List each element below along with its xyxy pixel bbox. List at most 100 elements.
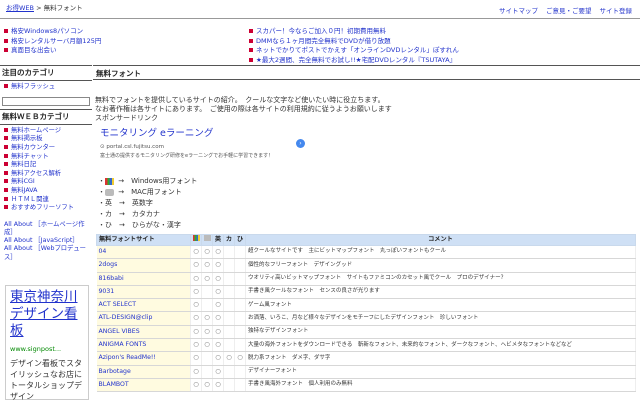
sponsored-ad-description: 富士通の提供するモニタリング研修をeラーニングでお手軽に学習できます！ bbox=[100, 153, 274, 160]
promo-item[interactable]: DMMなら１ヶ月間完全無料でDVDが借り放題 bbox=[249, 37, 579, 47]
sidebar-item[interactable]: 無料JAVA bbox=[4, 187, 88, 196]
table-row: ACT SELECT ○ ○ ゲーム風フォント bbox=[96, 298, 636, 313]
english-cell: ○ bbox=[212, 245, 224, 260]
windows-cell: ○ bbox=[190, 272, 202, 286]
mac-cell bbox=[201, 351, 213, 366]
bullet-square-icon bbox=[4, 196, 8, 201]
font-site-link[interactable]: Azipon's ReadMe!! bbox=[96, 351, 191, 366]
font-site-link[interactable]: ATL-DESIGN@clip bbox=[96, 311, 191, 326]
bullet-square-icon bbox=[4, 179, 8, 184]
promo-item[interactable]: ★最大2週間、完全無料でお試し!!★宅配DVDレンタル『TSUTAYA』 bbox=[249, 56, 579, 66]
sidebar-ad[interactable]: 東京神奈川デザイン看板 www.signpost... デザイン看板でスタイリッ… bbox=[5, 285, 89, 400]
comment-cell: 独特なデザインフォント bbox=[245, 325, 636, 340]
promo-item[interactable]: スカパー！今ならご加入０円！初期費用無料 bbox=[249, 27, 579, 37]
table-row: 9031 ○ ○ 手書き風クールなフォント センスの良さが光ります bbox=[96, 285, 636, 300]
katakana-cell: ○ bbox=[223, 351, 235, 366]
bullet-square-icon bbox=[4, 153, 8, 158]
promo-links-right: スカパー！今ならご加入０円！初期費用無料 DMMなら１ヶ月間完全無料でDVDが借… bbox=[249, 27, 579, 65]
column-header-mac bbox=[201, 234, 213, 246]
table-row: ANGEL VIBES ○ ○ ○ 独特なデザインフォント bbox=[96, 325, 636, 340]
featured-category-heading: 注目のカテゴリ bbox=[0, 65, 92, 82]
about-link[interactable]: All About ［Webプロデュース］ bbox=[4, 245, 88, 261]
site-register-link[interactable]: サイト登録 bbox=[600, 7, 633, 16]
mac-cell: ○ bbox=[201, 245, 213, 260]
legend-item: ・カ → カタカナ bbox=[98, 210, 160, 218]
promo-item[interactable]: 真面目な出会い bbox=[4, 46, 132, 56]
featured-list: 無料フラッシュ bbox=[0, 81, 92, 94]
top-links: サイトマップ ご意見・ご要望 サイト登録 bbox=[499, 7, 632, 16]
font-site-link[interactable]: 04 bbox=[96, 245, 191, 260]
font-site-link[interactable]: ANGEL VIBES bbox=[96, 325, 191, 340]
sponsored-ad-title[interactable]: モニタリング eラーニング bbox=[100, 128, 300, 141]
comment-cell: お洒落、いろこ、月など様々なデザインをモチーフにしたデザインフォント 珍しいフォ… bbox=[245, 311, 636, 326]
english-cell: ○ bbox=[212, 272, 224, 286]
bullet-square-icon bbox=[4, 48, 8, 52]
about-links: All About ［ホームページ作成］ All About ［JavaScri… bbox=[0, 219, 92, 264]
web-category-heading: 無料ＷＥＢカテゴリ bbox=[0, 108, 92, 125]
mac-cell bbox=[201, 365, 213, 379]
font-site-link[interactable]: ANIGMA FONTS bbox=[96, 338, 191, 353]
sponsored-ad[interactable]: モニタリング eラーニング ⊙ portal.csl.fujitsu.com 富… bbox=[100, 128, 300, 160]
sidebar-item[interactable]: 無料カウンター bbox=[4, 144, 88, 153]
bullet-square-icon bbox=[4, 205, 8, 210]
sidebar-item[interactable]: ＨＴＭＬ関連 bbox=[4, 196, 88, 205]
column-header-katakana: カ bbox=[223, 234, 235, 246]
sidebar-item[interactable]: 無料日記 bbox=[4, 161, 88, 170]
font-site-link[interactable]: ACT SELECT bbox=[96, 298, 191, 313]
katakana-cell bbox=[223, 245, 235, 260]
font-site-link[interactable]: 816babi bbox=[96, 272, 191, 286]
mac-cell: ○ bbox=[201, 311, 213, 326]
comment-cell: 手書き風海外フォント 個人利用のみ無料 bbox=[245, 378, 636, 393]
sitemap-link[interactable]: サイトマップ bbox=[499, 7, 538, 16]
table-row: Azipon's ReadMe!! ○ ○ ○ ○ 脱力系フォント ダメ字、ダサ字 bbox=[96, 351, 636, 366]
font-site-link[interactable]: BLAMBOT bbox=[96, 378, 191, 393]
bullet-square-icon bbox=[4, 84, 8, 89]
feedback-link[interactable]: ご意見・ご要望 bbox=[546, 7, 592, 16]
english-cell: ○ bbox=[212, 285, 224, 300]
mac-cell bbox=[201, 285, 213, 300]
windows-icon bbox=[192, 235, 200, 242]
intro-line: 無料でフォントを提供しているサイトの紹介。 クールな文字など使いたい時に役立ちま… bbox=[95, 96, 385, 104]
sidebar-item[interactable]: 無料CGI bbox=[4, 178, 88, 187]
katakana-cell bbox=[223, 285, 235, 300]
font-site-link[interactable]: Barbotage bbox=[96, 365, 191, 379]
sidebar-item[interactable]: 無料チャット bbox=[4, 153, 88, 162]
top-bar: お得WEB > 無料フォント サイトマップ ご意見・ご要望 サイト登録 bbox=[0, 0, 640, 19]
comment-cell: 超クールなサイトです 主にビットマップフォント 丸っぽいフォントもクール bbox=[245, 245, 636, 260]
mac-cell: ○ bbox=[201, 378, 213, 393]
sidebar-item-flash[interactable]: 無料フラッシュ bbox=[4, 83, 88, 92]
mac-cell: ○ bbox=[201, 338, 213, 353]
sidebar-search-input[interactable] bbox=[2, 96, 90, 106]
sidebar-ad-description: デザイン看板でスタイリッシュなお店に トータルショップデザイン bbox=[10, 358, 82, 400]
sidebar-item[interactable]: 無料掲示板 bbox=[4, 135, 88, 144]
comment-cell: ウオリティ高いビットマップフォント サイトもファミコンのカセット風でクール プロ… bbox=[245, 272, 636, 286]
ad-arrow-icon[interactable]: › bbox=[296, 139, 305, 148]
comment-cell: 個性的なフリーフォント デザイングッド bbox=[245, 258, 636, 273]
hiragana-cell: ○ bbox=[234, 351, 246, 366]
bullet-square-icon bbox=[249, 29, 253, 33]
katakana-cell bbox=[223, 325, 235, 340]
windows-icon bbox=[105, 177, 114, 185]
about-link[interactable]: All About ［ホームページ作成］ bbox=[4, 221, 88, 237]
font-site-table: 無料フォントサイト 英 カ ひ コメント 04 ○ ○ ○ 超クールなサイトです 主にビ… bbox=[96, 234, 636, 393]
english-cell: ○ bbox=[212, 325, 224, 340]
katakana-cell bbox=[223, 338, 235, 353]
sidebar-ad-title[interactable]: 東京神奈川デザイン看板 bbox=[6, 286, 88, 343]
promo-item[interactable]: 格安レンタルサーバ月額125円 bbox=[4, 37, 132, 47]
sidebar-item[interactable]: おすすめフリーソフト bbox=[4, 204, 88, 213]
font-site-link[interactable]: 2dogs bbox=[96, 258, 191, 273]
promo-item[interactable]: 格安Windows8パソコン bbox=[4, 27, 132, 37]
bullet-square-icon bbox=[249, 38, 253, 43]
katakana-cell bbox=[223, 272, 235, 286]
bullet-square-icon bbox=[249, 57, 253, 62]
hiragana-cell bbox=[234, 378, 246, 393]
column-header-comment: コメント bbox=[245, 234, 636, 246]
promo-item[interactable]: ネットでかりてポストでかえす「オンラインDVDレンタル」ぽすれん bbox=[249, 46, 579, 56]
breadcrumb-home-link[interactable]: お得WEB bbox=[6, 4, 34, 12]
legend-item: ・ → MAC用フォント bbox=[98, 188, 182, 196]
katakana-cell bbox=[223, 298, 235, 313]
table-row: 816babi ○ ○ ○ ウオリティ高いビットマップフォント サイトもファミコンのカセ… bbox=[96, 272, 636, 286]
font-site-link[interactable]: 9031 bbox=[96, 285, 191, 300]
hiragana-cell bbox=[234, 298, 246, 313]
mac-cell: ○ bbox=[201, 325, 213, 340]
